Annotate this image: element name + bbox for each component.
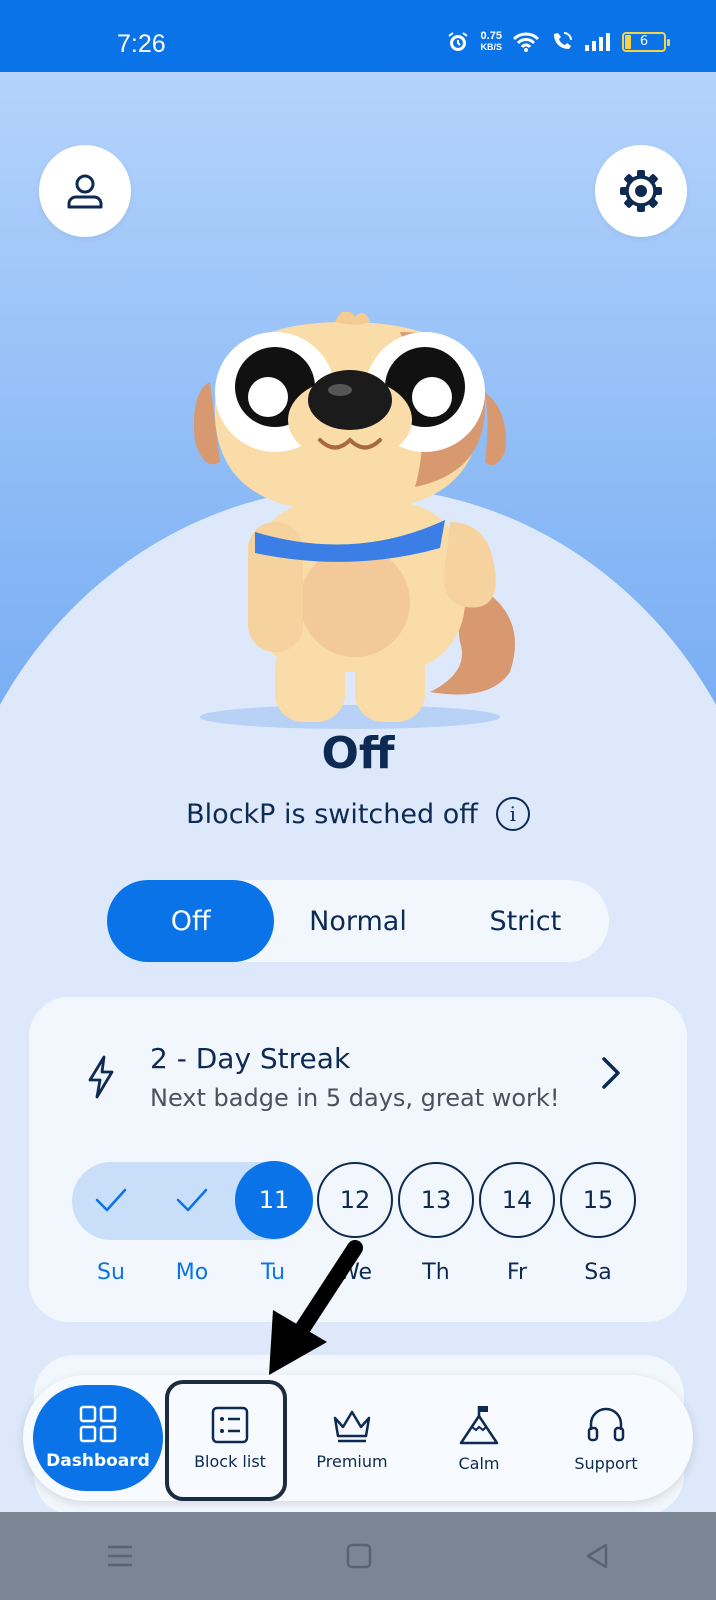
grid-icon <box>79 1405 117 1443</box>
day-label-su: Su <box>97 1260 125 1285</box>
mode-subtitle: BlockP is switched off <box>186 798 478 830</box>
day-label-sa: Sa <box>584 1260 612 1285</box>
annotation-arrow-icon <box>269 1240 363 1375</box>
dog-mascot-illustration <box>194 312 515 729</box>
day-circle-we: 12 <box>317 1162 393 1238</box>
mountain-icon <box>459 1405 499 1444</box>
day-circle-mo <box>154 1162 230 1238</box>
battery-level: 6 <box>639 34 649 49</box>
net-speed-unit: KB/S <box>480 42 502 52</box>
wifi-call-icon <box>554 32 572 49</box>
crown-icon <box>333 1410 371 1442</box>
status-time: 7:26 <box>117 30 166 58</box>
mode-option-normal[interactable]: Normal <box>274 880 441 962</box>
hero-section <box>0 72 716 842</box>
nav-dashboard-label: Dashboard <box>46 1451 150 1471</box>
day-circle-fr: 14 <box>479 1162 555 1238</box>
user-icon <box>67 174 103 209</box>
mode-segmented-control: Off Normal Strict <box>107 880 609 962</box>
block-list-highlight-box <box>165 1380 287 1501</box>
status-icons: 0.75 KB/S 6 <box>446 30 670 54</box>
streak-title: 2 - Day Streak <box>150 1042 351 1075</box>
net-speed: 0.75 KB/S <box>480 31 502 53</box>
day-label-fr: Fr <box>506 1260 528 1285</box>
info-icon[interactable]: i <box>495 797 530 831</box>
alarm-icon <box>448 32 469 51</box>
nav-calm-label: Calm <box>458 1453 500 1473</box>
chevron-right-icon[interactable] <box>599 1055 623 1091</box>
day-circle-tu: 11 <box>235 1161 313 1239</box>
day-circle-su <box>73 1162 149 1238</box>
nav-premium-label: Premium <box>316 1451 388 1471</box>
day-circle-sa: 15 <box>560 1162 636 1238</box>
gear-icon <box>620 170 662 212</box>
wifi-icon <box>512 32 540 52</box>
system-navigation-bar <box>0 1512 716 1600</box>
nav-support[interactable]: Support <box>544 1385 668 1491</box>
battery-icon: 6 <box>622 32 670 52</box>
day-circle-th: 13 <box>398 1162 474 1238</box>
status-bar: 7:26 0.75 KB/S 6 <box>0 0 716 72</box>
profile-button[interactable] <box>39 145 131 237</box>
back-icon[interactable] <box>583 1542 611 1570</box>
headset-icon <box>587 1407 625 1441</box>
day-label-th: Th <box>422 1260 450 1285</box>
menu-icon[interactable] <box>105 1543 135 1569</box>
signal-icon <box>585 33 610 51</box>
mode-title: Off <box>321 728 395 779</box>
day-label-mo: Mo <box>175 1260 209 1285</box>
mode-subtitle-row: BlockP is switched off i <box>0 797 716 831</box>
streak-subtitle: Next badge in 5 days, great work! <box>150 1084 560 1112</box>
mode-option-strict[interactable]: Strict <box>442 880 609 962</box>
nav-dashboard[interactable]: Dashboard <box>33 1385 163 1491</box>
mode-option-off[interactable]: Off <box>107 880 275 962</box>
nav-premium[interactable]: Premium <box>290 1385 414 1491</box>
check-icon <box>176 1188 208 1212</box>
net-speed-value: 0.75 <box>480 30 502 42</box>
home-icon[interactable] <box>345 1542 373 1570</box>
check-icon <box>95 1188 127 1212</box>
settings-button[interactable] <box>595 145 687 237</box>
nav-support-label: Support <box>574 1453 638 1473</box>
bottom-navigation: Dashboard Block list Premium Calm Suppor… <box>23 1375 693 1501</box>
lightning-icon <box>88 1055 114 1099</box>
nav-calm[interactable]: Calm <box>417 1385 541 1491</box>
